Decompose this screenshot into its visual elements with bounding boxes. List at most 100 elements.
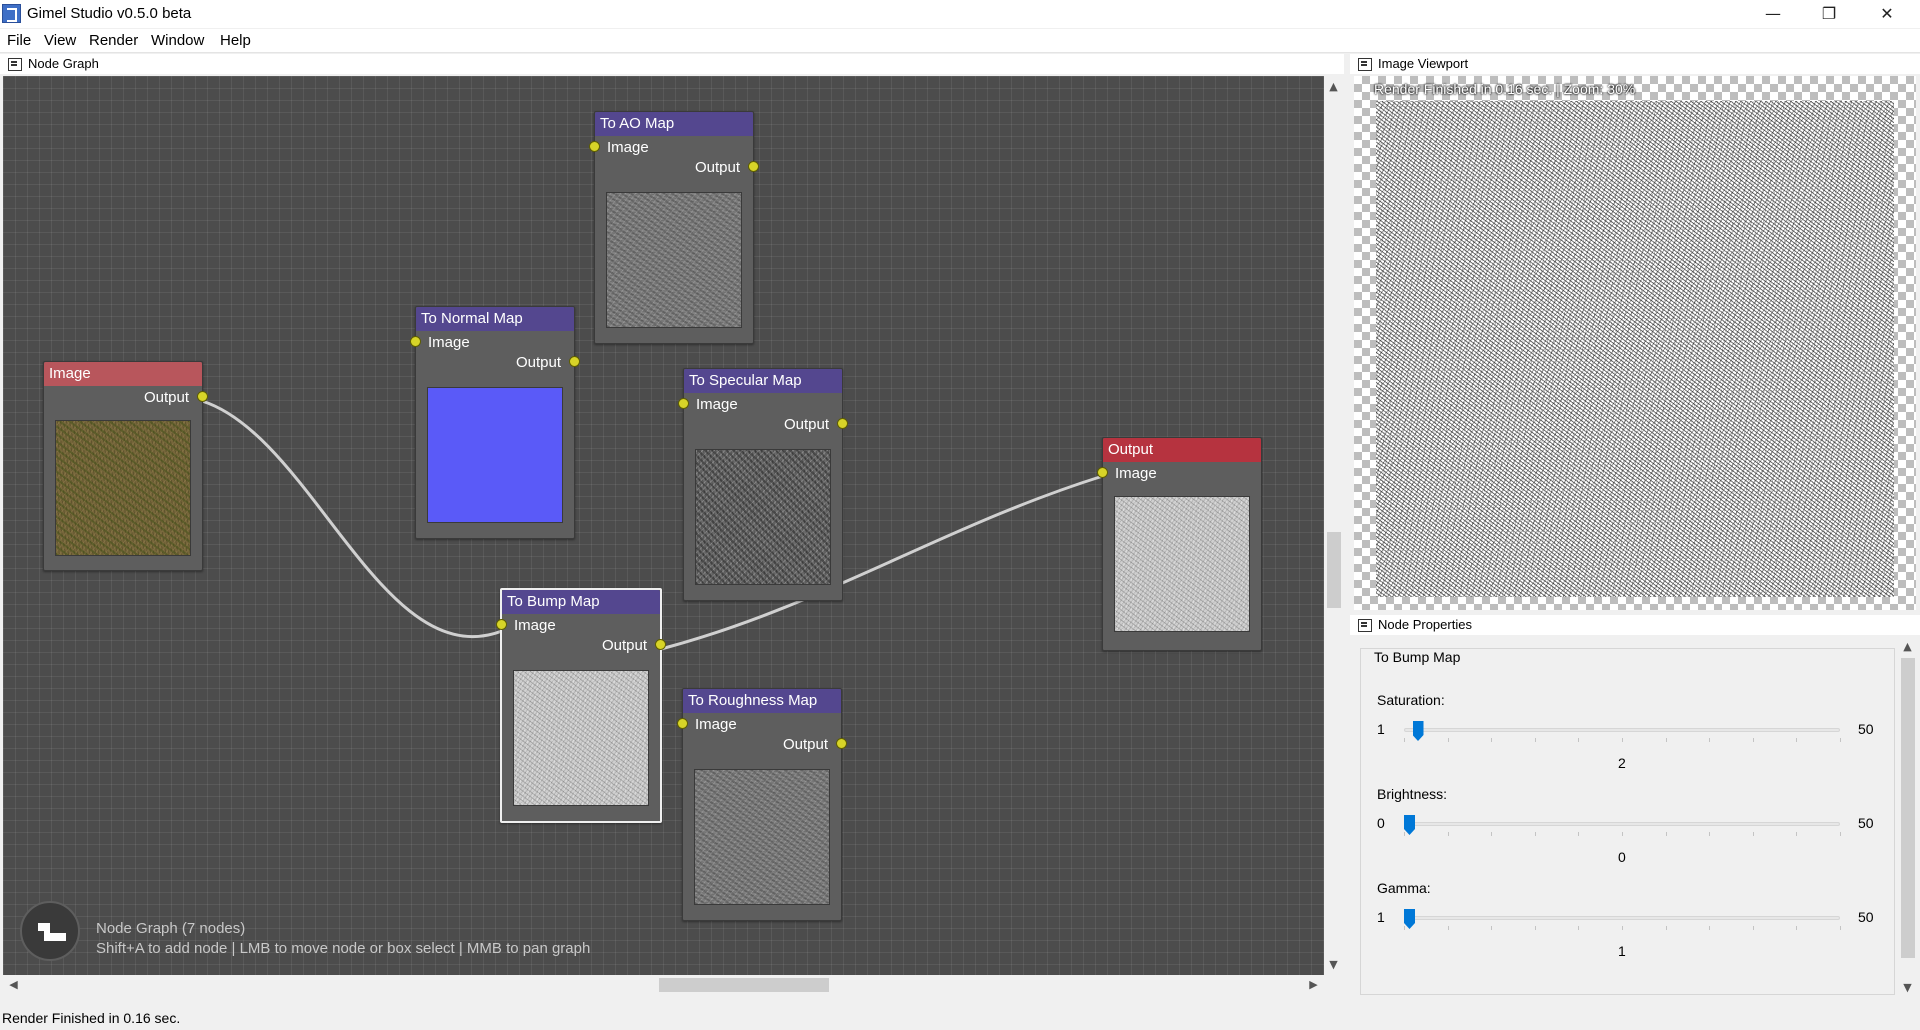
image-viewport-panel-title: Image Viewport [1378, 56, 1469, 71]
slider-tick [1665, 738, 1667, 742]
slider-tick [1709, 926, 1711, 930]
node-image-preview [55, 420, 191, 556]
slider-tick [1534, 926, 1536, 930]
scroll-down-arrow-icon[interactable]: ▼ [1899, 979, 1916, 996]
render-output-image [1376, 101, 1894, 597]
slider-tick [1752, 832, 1754, 836]
menu-help[interactable]: Help [220, 32, 251, 49]
input-socket[interactable] [589, 141, 600, 152]
saturation-max: 50 [1858, 721, 1874, 737]
node-to-bump-map[interactable]: To Bump Map Image Output [496, 588, 666, 823]
slider-tick [1404, 738, 1405, 742]
node-image-title: Image [44, 362, 202, 386]
node-properties-panel-title: Node Properties [1378, 617, 1472, 632]
maximize-button[interactable]: ❐ [1800, 0, 1858, 28]
scroll-up-arrow-icon[interactable]: ▲ [1325, 78, 1342, 95]
scroll-thumb[interactable] [1901, 658, 1915, 958]
node-image[interactable]: Image Output [43, 361, 208, 571]
input-label: Image [695, 716, 737, 733]
scroll-thumb[interactable] [1327, 532, 1341, 608]
node-to-ao-map[interactable]: To AO Map Image Output [589, 111, 759, 344]
slider-tick [1578, 832, 1580, 836]
node-properties-panel: To Bump Map Saturation: 1 50 2 Brightnes… [1355, 636, 1900, 999]
menu-bar: File View Render Window Help [0, 29, 1920, 53]
close-button[interactable]: ✕ [1858, 0, 1916, 28]
gamma-track[interactable] [1404, 916, 1840, 920]
output-socket[interactable] [837, 418, 848, 429]
properties-vertical-scrollbar[interactable]: ▲ ▼ [1898, 636, 1918, 999]
brightness-track[interactable] [1404, 822, 1840, 826]
gamma-label: Gamma: [1377, 880, 1431, 896]
input-label: Image [514, 617, 556, 634]
node-ao-input-row: Image [589, 136, 753, 156]
node-to-roughness-map[interactable]: To Roughness Map Image Output [677, 688, 847, 921]
slider-tick [1404, 926, 1405, 930]
scroll-thumb[interactable] [659, 978, 829, 992]
gamma-value: 1 [1618, 943, 1626, 959]
saturation-min: 1 [1377, 721, 1385, 737]
app-logo-icon [2, 4, 21, 23]
node-properties-header: Node Properties [1350, 615, 1920, 635]
scroll-up-arrow-icon[interactable]: ▲ [1899, 638, 1916, 655]
input-label: Image [1115, 465, 1157, 482]
scroll-right-arrow-icon[interactable]: ▶ [1305, 976, 1322, 993]
node-to-specular-map[interactable]: To Specular Map Image Output [678, 368, 848, 601]
slider-tick [1752, 926, 1754, 930]
input-socket[interactable] [678, 398, 689, 409]
brightness-thumb[interactable] [1404, 815, 1415, 835]
input-socket[interactable] [1097, 467, 1108, 478]
node-output-title: Output [1103, 438, 1261, 462]
node-roughness-input-row: Image [677, 713, 841, 733]
output-socket[interactable] [197, 391, 208, 402]
slider-tick [1447, 832, 1449, 836]
slider-tick [1622, 926, 1623, 930]
slider-tick [1709, 832, 1711, 836]
node-graph-panel-icon [8, 58, 22, 71]
slider-tick [1404, 832, 1405, 836]
output-socket[interactable] [655, 639, 666, 650]
graph-horizontal-scrollbar[interactable]: ◀ ▶ [3, 975, 1324, 995]
slider-tick [1709, 738, 1711, 742]
input-label: Image [696, 396, 738, 413]
gamma-thumb[interactable] [1404, 909, 1415, 929]
slider-tick [1491, 926, 1493, 930]
saturation-value: 2 [1618, 755, 1626, 771]
node-graph-panel-title: Node Graph [28, 56, 99, 71]
image-viewport[interactable]: Render Finished in 0.16 sec. | Zoom: 30% [1354, 76, 1916, 610]
output-socket[interactable] [748, 161, 759, 172]
input-socket[interactable] [410, 336, 421, 347]
node-output[interactable]: Output Image [1097, 437, 1262, 651]
menu-window[interactable]: Window [151, 32, 204, 49]
slider-tick [1796, 926, 1798, 930]
menu-render[interactable]: Render [89, 32, 138, 49]
saturation-thumb[interactable] [1412, 721, 1424, 741]
menu-view[interactable]: View [44, 32, 76, 49]
node-graph-canvas[interactable]: Image Output To Normal Map Image Output … [3, 76, 1324, 975]
scroll-down-arrow-icon[interactable]: ▼ [1325, 956, 1342, 973]
input-socket[interactable] [496, 619, 507, 630]
output-label: Output [694, 159, 740, 176]
input-socket[interactable] [677, 718, 688, 729]
node-bump-preview [513, 670, 649, 806]
graph-node-count: Node Graph (7 nodes) [96, 920, 246, 937]
graph-vertical-scrollbar[interactable]: ▲ ▼ [1324, 76, 1344, 975]
menu-file[interactable]: File [7, 32, 31, 49]
brightness-value: 0 [1618, 849, 1626, 865]
minimize-button[interactable]: — [1744, 0, 1802, 28]
slider-tick [1534, 738, 1536, 742]
saturation-label: Saturation: [1377, 692, 1445, 708]
node-specular-input-row: Image [678, 393, 842, 413]
status-bar: Render Finished in 0.16 sec. [0, 1006, 1920, 1030]
node-to-normal-map[interactable]: To Normal Map Image Output [410, 306, 580, 539]
output-label: Output [601, 637, 647, 654]
node-graph-header: Node Graph [0, 54, 1344, 74]
image-viewport-panel-icon [1358, 58, 1372, 71]
output-socket[interactable] [569, 356, 580, 367]
node-roughness-output-row: Output [683, 733, 847, 753]
node-bump-input-row: Image [496, 614, 660, 634]
slider-tick [1578, 926, 1580, 930]
output-socket[interactable] [836, 738, 847, 749]
scroll-left-arrow-icon[interactable]: ◀ [5, 976, 22, 993]
saturation-track[interactable] [1404, 728, 1840, 732]
slider-tick [1665, 926, 1667, 930]
